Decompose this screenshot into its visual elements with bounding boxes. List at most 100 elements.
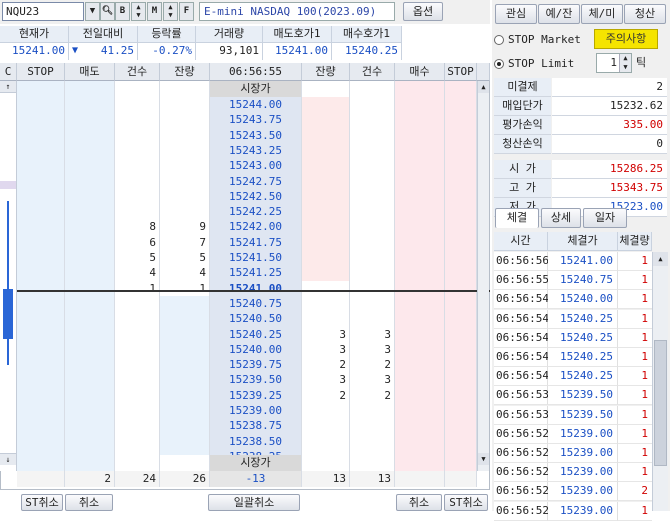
tab-3[interactable]: 청산 [624, 4, 666, 24]
stepper-icon[interactable]: ▲ ▼ [131, 2, 146, 21]
totals-row-cell-0[interactable] [17, 471, 65, 487]
price-row-6-cell-0[interactable] [17, 188, 65, 205]
price-row-21-cell-0[interactable] [17, 418, 65, 435]
price-row-1-cell-8[interactable] [445, 112, 477, 129]
market-bottom-cell-0[interactable] [17, 455, 65, 471]
price-row-22-cell-1[interactable] [65, 433, 115, 450]
cancel-right-button[interactable]: 취소 [396, 494, 442, 511]
price-row-4-cell-8[interactable] [445, 158, 477, 175]
price-row-20-cell-0[interactable] [17, 403, 65, 419]
price-row-7-cell-1[interactable] [65, 204, 115, 221]
price-row-11-cell-1[interactable] [65, 265, 115, 282]
price-row-8-cell-1[interactable] [65, 219, 115, 236]
price-row-19-cell-7[interactable] [395, 387, 445, 404]
price-row-1-cell-0[interactable] [17, 112, 65, 129]
price-row-5-cell-1[interactable] [65, 173, 115, 190]
price-row-9-cell-7[interactable] [395, 234, 445, 251]
scroll-up-arrow-icon[interactable]: ▲ [653, 252, 668, 266]
price-row-21-cell-1[interactable] [65, 418, 115, 435]
price-row-13-cell-0[interactable] [17, 295, 65, 312]
price-row-2-cell-7[interactable] [395, 127, 445, 144]
symbol-input[interactable]: NQU23 [2, 2, 84, 21]
market-bottom-cell-8[interactable] [445, 455, 477, 471]
price-row-14-cell-1[interactable] [65, 311, 115, 328]
price-row-1-cell-7[interactable] [395, 112, 445, 129]
price-row-17-cell-1[interactable] [65, 357, 115, 374]
price-row-6-cell-8[interactable] [445, 188, 477, 205]
price-row-0-cell-1[interactable] [65, 97, 115, 113]
price-row-3-cell-0[interactable] [17, 142, 65, 159]
price-row-9-cell-0[interactable] [17, 234, 65, 251]
price-row-15-cell-1[interactable] [65, 326, 115, 343]
dropdown-icon[interactable]: ▼ [85, 2, 100, 21]
price-row-7-cell-7[interactable] [395, 204, 445, 221]
price-row-10-cell-7[interactable] [395, 250, 445, 266]
market-bottom-cell-1[interactable] [65, 455, 115, 471]
price-row-11-cell-0[interactable] [17, 265, 65, 282]
st-cancel-right-button[interactable]: ST취소 [444, 494, 488, 511]
price-row-3-cell-8[interactable] [445, 142, 477, 159]
b-button[interactable]: B [115, 2, 130, 21]
totals-row-cell-8[interactable] [445, 471, 477, 487]
price-row-13-cell-8[interactable] [445, 295, 477, 312]
price-row-8-cell-7[interactable] [395, 219, 445, 236]
price-row-7-cell-8[interactable] [445, 204, 477, 221]
price-row-21-cell-7[interactable] [395, 418, 445, 435]
price-row-20-cell-8[interactable] [445, 403, 477, 419]
totals-row-cell-1[interactable]: 2 [65, 471, 115, 487]
price-row-11-cell-8[interactable] [445, 265, 477, 282]
price-row-22-cell-8[interactable] [445, 433, 477, 450]
price-row-12-cell-0[interactable] [17, 280, 65, 297]
trade-tab-1[interactable]: 상세 [541, 208, 581, 228]
price-row-12-cell-1[interactable] [65, 280, 115, 297]
price-row-18-cell-7[interactable] [395, 372, 445, 389]
price-row-12-cell-8[interactable] [445, 280, 477, 297]
price-row-15-cell-7[interactable] [395, 326, 445, 343]
market-top-cell-7[interactable] [395, 81, 445, 97]
price-row-14-cell-0[interactable] [17, 311, 65, 328]
cancel-left-button[interactable]: 취소 [65, 494, 113, 511]
price-row-6-cell-1[interactable] [65, 188, 115, 205]
price-row-1-cell-1[interactable] [65, 112, 115, 129]
scroll-up-arrow-icon[interactable]: ▲ [478, 81, 489, 93]
tab-0[interactable]: 관심 [495, 4, 537, 24]
market-top-cell-8[interactable] [445, 81, 477, 97]
price-row-18-cell-0[interactable] [17, 372, 65, 389]
price-row-17-cell-7[interactable] [395, 357, 445, 374]
price-row-18-cell-1[interactable] [65, 372, 115, 389]
price-row-11-cell-7[interactable] [395, 265, 445, 282]
price-row-13-cell-7[interactable] [395, 295, 445, 312]
price-row-6-cell-7[interactable] [395, 188, 445, 205]
scroll-down-icon[interactable]: ↓ [0, 453, 16, 465]
price-row-9-cell-8[interactable] [445, 234, 477, 251]
totals-row-cell-7[interactable] [395, 471, 445, 487]
scroll-thumb[interactable] [654, 340, 667, 466]
price-row-2-cell-8[interactable] [445, 127, 477, 144]
price-row-14-cell-8[interactable] [445, 311, 477, 328]
price-row-16-cell-8[interactable] [445, 341, 477, 358]
st-cancel-left-button[interactable]: ST취소 [21, 494, 63, 511]
market-top-cell-1[interactable] [65, 81, 115, 97]
price-row-10-cell-1[interactable] [65, 250, 115, 266]
scroll-down-arrow-icon[interactable]: ▼ [478, 453, 489, 465]
stepper-icon[interactable]: ▲ ▼ [163, 2, 178, 21]
price-row-8-cell-8[interactable] [445, 219, 477, 236]
price-row-15-cell-8[interactable] [445, 326, 477, 343]
price-row-22-cell-7[interactable] [395, 433, 445, 450]
price-row-19-cell-1[interactable] [65, 387, 115, 404]
grid-scrollbar[interactable]: ▲ ▼ [477, 81, 489, 471]
price-row-4-cell-0[interactable] [17, 158, 65, 175]
price-row-8-cell-0[interactable] [17, 219, 65, 236]
price-row-16-cell-0[interactable] [17, 341, 65, 358]
price-row-22-cell-0[interactable] [17, 433, 65, 450]
price-row-3-cell-1[interactable] [65, 142, 115, 159]
price-row-10-cell-0[interactable] [17, 250, 65, 266]
tab-1[interactable]: 예/잔 [538, 4, 580, 24]
price-row-17-cell-0[interactable] [17, 357, 65, 374]
price-row-20-cell-1[interactable] [65, 403, 115, 419]
price-row-0-cell-7[interactable] [395, 97, 445, 113]
options-button[interactable]: 옵션 [403, 2, 443, 21]
price-row-14-cell-7[interactable] [395, 311, 445, 328]
price-row-0-cell-0[interactable] [17, 97, 65, 113]
price-row-21-cell-8[interactable] [445, 418, 477, 435]
